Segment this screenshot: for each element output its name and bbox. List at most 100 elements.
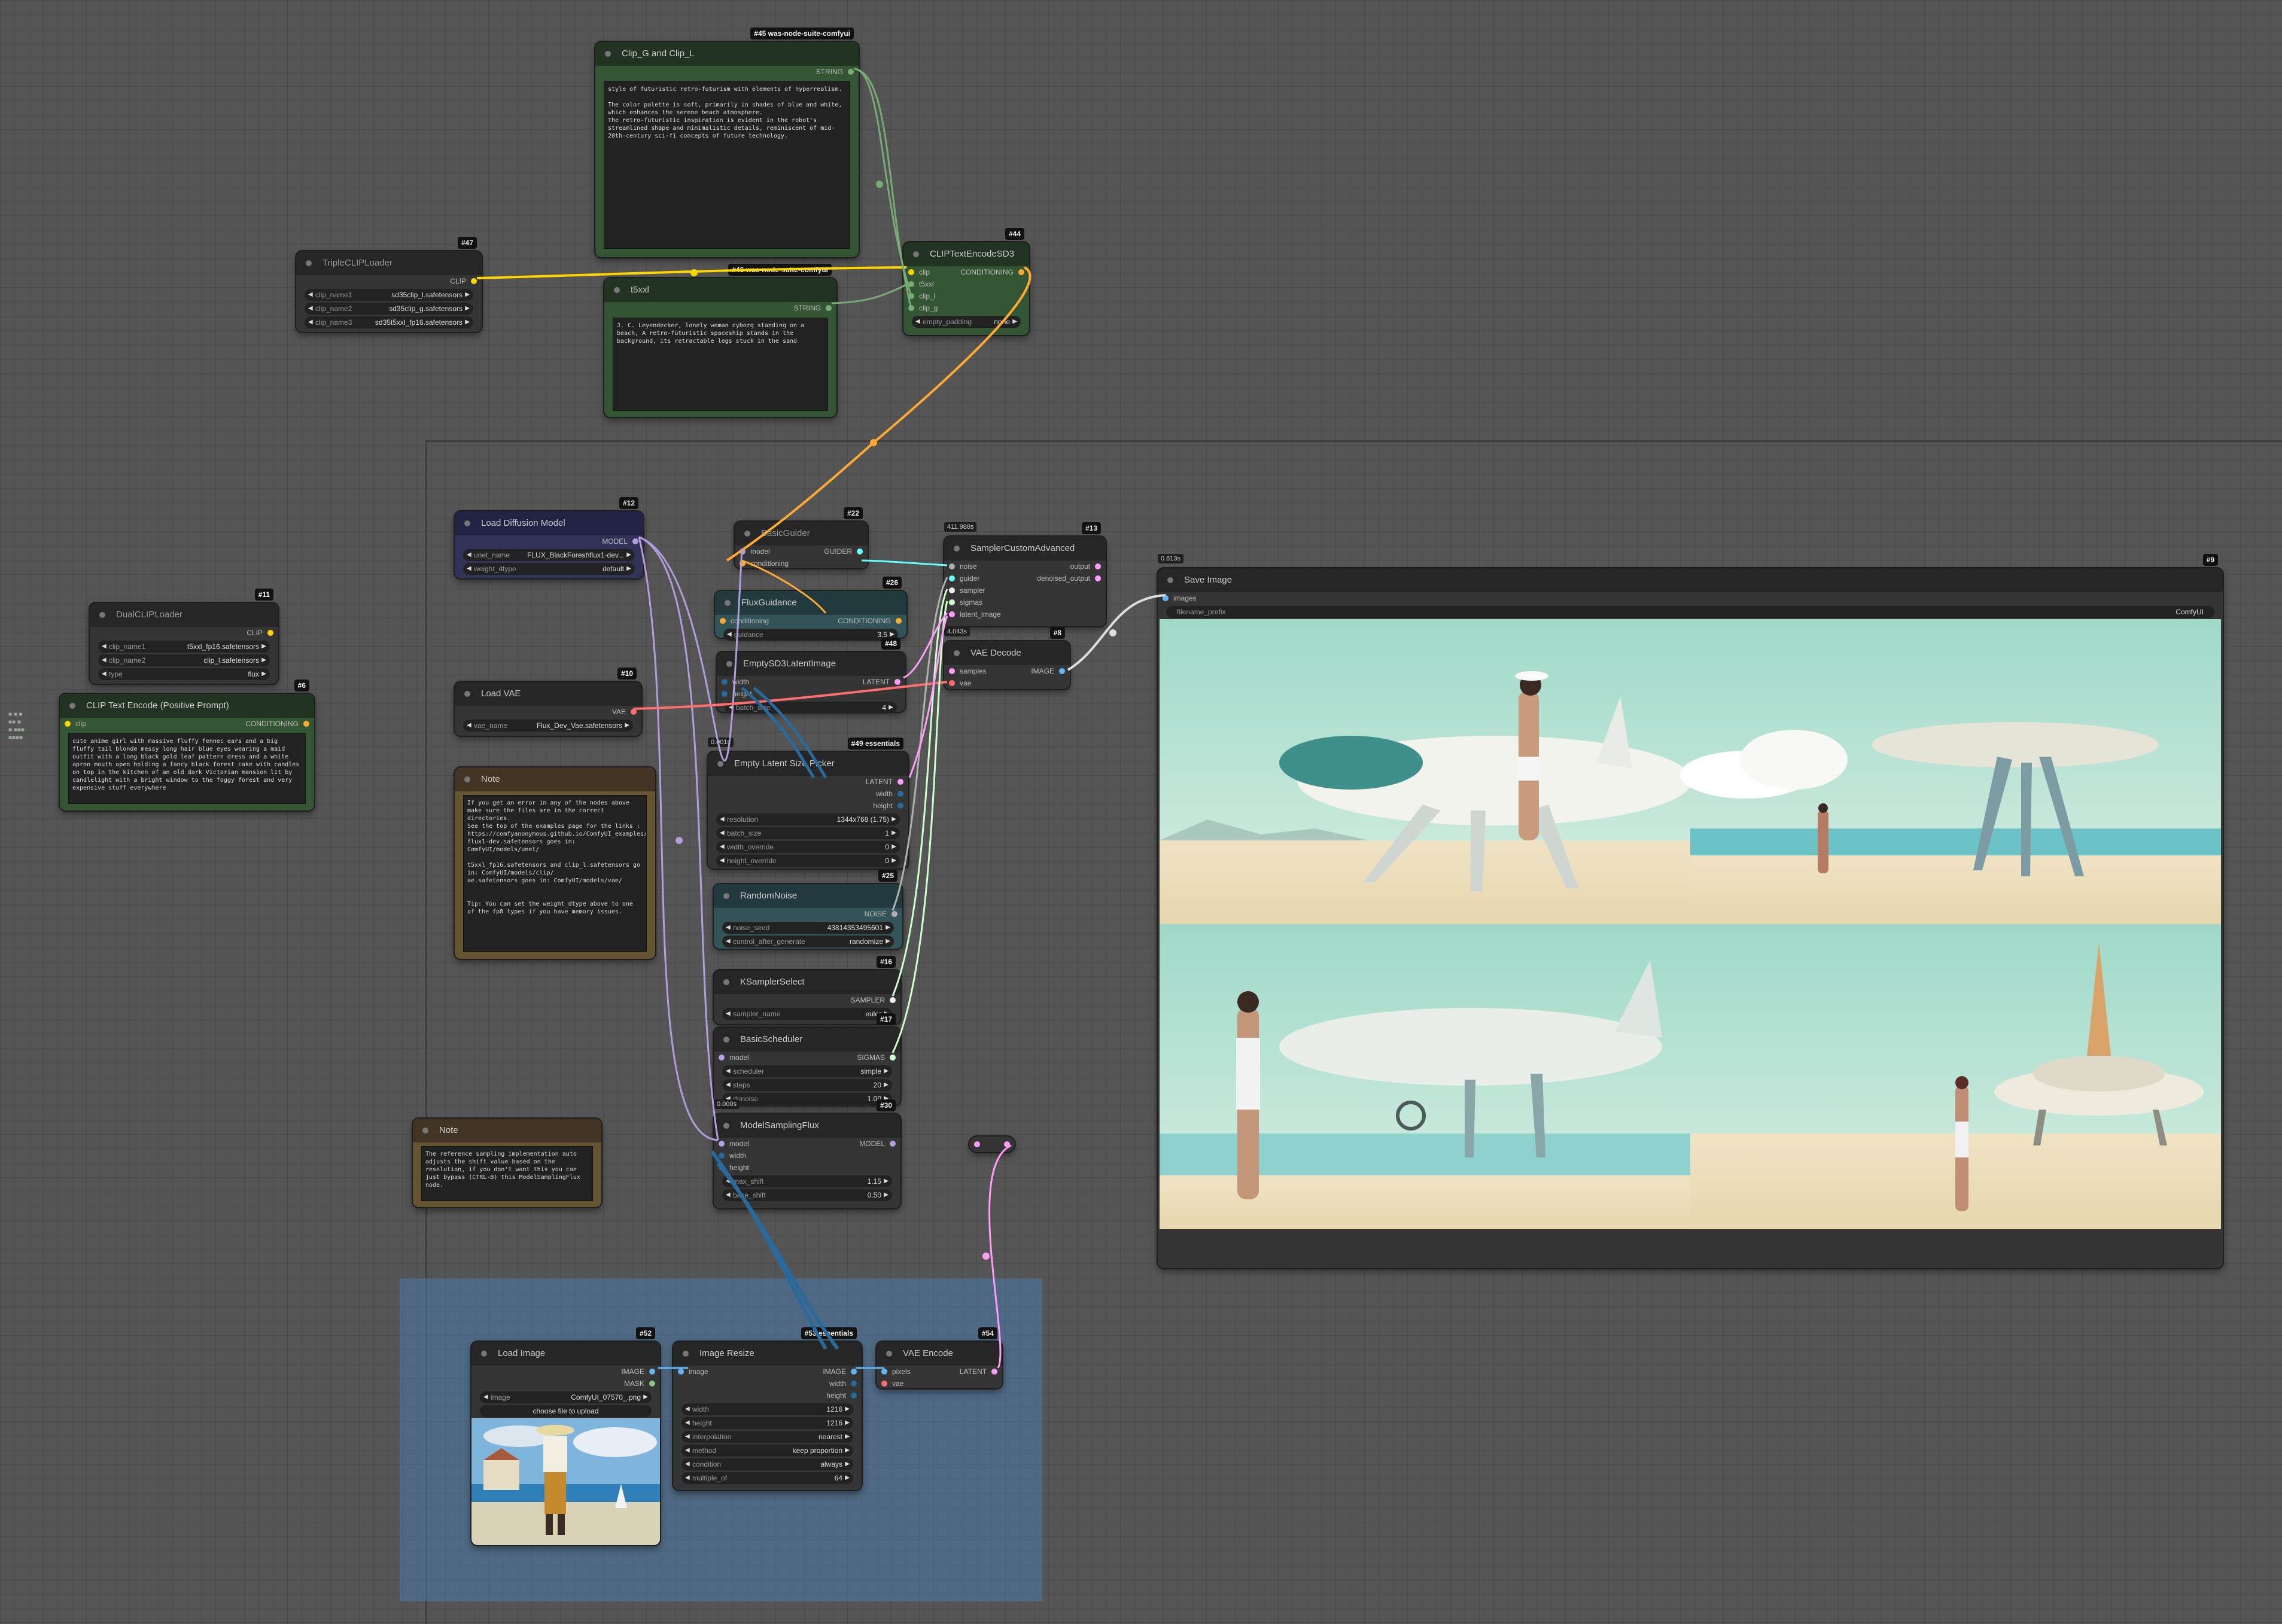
widget-type[interactable]: ◀ type flux ▶ bbox=[98, 668, 270, 680]
input-slot-images[interactable] bbox=[1163, 595, 1169, 601]
output-slot-image[interactable] bbox=[851, 1369, 857, 1375]
collapse-dot-icon[interactable] bbox=[723, 1037, 729, 1043]
decrement-arrow-icon[interactable]: ◀ bbox=[483, 1391, 488, 1403]
output-slot-conditioning[interactable] bbox=[896, 618, 902, 624]
decrement-arrow-icon[interactable]: ◀ bbox=[308, 289, 313, 301]
increment-arrow-icon[interactable]: ▶ bbox=[845, 1445, 850, 1457]
decrement-arrow-icon[interactable]: ◀ bbox=[467, 720, 471, 732]
node-load-image[interactable]: #52 Load Image IMAGE MASK ◀ image ComfyUI_… bbox=[471, 1327, 660, 1545]
output-slot-sampler[interactable] bbox=[890, 997, 896, 1003]
widget-condition[interactable]: ◀ condition always ▶ bbox=[681, 1458, 853, 1470]
node-save-image[interactable]: 0.613s #9 Save Image images filename_pre… bbox=[1158, 554, 2223, 1268]
note-textarea[interactable]: If you get an error in any of the nodes … bbox=[463, 795, 647, 952]
node-dual-clip-loader[interactable]: #11 DualCLIPLoader CLIP ◀ clip_name1 t5xxl… bbox=[90, 589, 278, 684]
input-slot-clip[interactable] bbox=[908, 269, 914, 275]
input-slot-model[interactable] bbox=[719, 1141, 725, 1147]
collapse-dot-icon[interactable] bbox=[723, 1123, 729, 1129]
input-slot-model[interactable] bbox=[740, 549, 746, 554]
increment-arrow-icon[interactable]: ▶ bbox=[465, 316, 470, 328]
widget-steps[interactable]: ◀ steps 20 ▶ bbox=[722, 1079, 892, 1091]
output-slot-noise[interactable] bbox=[891, 911, 897, 917]
increment-arrow-icon[interactable]: ▶ bbox=[625, 720, 629, 732]
output-slot-latent[interactable] bbox=[897, 779, 903, 785]
widget-resolution[interactable]: ◀ resolution 1344x768 (1.75) ▶ bbox=[716, 813, 900, 825]
input-slot-t5xxl[interactable] bbox=[908, 281, 914, 287]
collapse-dot-icon[interactable] bbox=[723, 893, 729, 899]
decrement-arrow-icon[interactable]: ◀ bbox=[102, 668, 107, 680]
input-slot-width[interactable] bbox=[719, 1153, 725, 1159]
increment-arrow-icon[interactable]: ▶ bbox=[886, 922, 890, 934]
input-slot-height[interactable] bbox=[719, 1165, 725, 1171]
output-slot-vae[interactable] bbox=[631, 709, 637, 715]
collapse-dot-icon[interactable] bbox=[99, 612, 105, 618]
decrement-arrow-icon[interactable]: ◀ bbox=[467, 549, 471, 561]
output-slot-model[interactable] bbox=[890, 1141, 896, 1147]
output-slot-clip[interactable] bbox=[267, 630, 273, 636]
increment-arrow-icon[interactable]: ▶ bbox=[465, 289, 470, 301]
decrement-arrow-icon[interactable]: ◀ bbox=[685, 1458, 690, 1470]
input-slot-image[interactable] bbox=[678, 1369, 684, 1375]
widget-base-shift[interactable]: ◀ base_shift 0.50 ▶ bbox=[722, 1189, 892, 1201]
widget-height-override[interactable]: ◀ height_override 0 ▶ bbox=[716, 855, 900, 867]
increment-arrow-icon[interactable]: ▶ bbox=[845, 1472, 850, 1484]
input-slot-vae[interactable] bbox=[881, 1381, 887, 1387]
node-ksampler-select[interactable]: #16 KSamplerSelect SAMPLER ◀ sampler_name… bbox=[714, 956, 900, 1024]
output-slot-width[interactable] bbox=[897, 791, 903, 797]
decrement-arrow-icon[interactable]: ◀ bbox=[727, 629, 732, 641]
output-slot-denoised-output[interactable] bbox=[1095, 575, 1101, 581]
output-slot-model[interactable] bbox=[632, 538, 638, 544]
input-slot-pixels[interactable] bbox=[881, 1369, 887, 1375]
decrement-arrow-icon[interactable]: ◀ bbox=[720, 855, 725, 867]
widget-unet-name[interactable]: ◀ unet_name FLUX_BlackForest\flux1-dev... ▶ bbox=[463, 549, 635, 561]
node-triple-clip-loader[interactable]: #47 TripleCLIPLoader CLIP ◀ clip_name1 sd3… bbox=[296, 237, 482, 332]
decrement-arrow-icon[interactable]: ◀ bbox=[102, 641, 107, 653]
decrement-arrow-icon[interactable]: ◀ bbox=[726, 922, 731, 934]
output-slot-latent[interactable] bbox=[991, 1369, 997, 1375]
widget-clip-name2[interactable]: ◀ clip_name2 sd35clip_g.safetensors ▶ bbox=[305, 303, 473, 315]
prompt-textarea[interactable]: cute anime girl with massive fluffy fenn… bbox=[68, 733, 306, 804]
decrement-arrow-icon[interactable]: ◀ bbox=[685, 1417, 690, 1429]
output-slot-string[interactable] bbox=[848, 69, 854, 75]
increment-arrow-icon[interactable]: ▶ bbox=[845, 1458, 850, 1470]
output-slot-latent[interactable] bbox=[894, 679, 900, 685]
widget-sampler-name[interactable]: ◀sampler_nameeuler▶ bbox=[722, 1008, 892, 1020]
collapse-dot-icon[interactable] bbox=[683, 1351, 689, 1357]
increment-arrow-icon[interactable]: ▶ bbox=[1012, 316, 1017, 328]
decrement-arrow-icon[interactable]: ◀ bbox=[726, 1065, 731, 1077]
collapse-dot-icon[interactable] bbox=[717, 761, 723, 767]
output-image-grid[interactable] bbox=[1160, 619, 2221, 1229]
increment-arrow-icon[interactable]: ▶ bbox=[465, 303, 470, 315]
collapse-dot-icon[interactable] bbox=[744, 531, 750, 537]
widget-empty-padding[interactable]: ◀ empty_padding none ▶ bbox=[912, 316, 1021, 328]
increment-arrow-icon[interactable]: ▶ bbox=[884, 1065, 889, 1077]
output-slot-height[interactable] bbox=[851, 1393, 857, 1398]
increment-arrow-icon[interactable]: ▶ bbox=[261, 668, 266, 680]
increment-arrow-icon[interactable]: ▶ bbox=[891, 841, 896, 853]
widget-filename-prefix[interactable]: filename_prefix ComfyUI bbox=[1166, 606, 2214, 618]
output-slot-height[interactable] bbox=[897, 803, 903, 809]
increment-arrow-icon[interactable]: ▶ bbox=[884, 1175, 889, 1187]
collapse-dot-icon[interactable] bbox=[69, 703, 75, 709]
decrement-arrow-icon[interactable]: ◀ bbox=[308, 303, 313, 315]
collapse-dot-icon[interactable] bbox=[306, 260, 312, 266]
node-model-sampling-flux[interactable]: 0.000s #30 ModelSamplingFlux model MODEL … bbox=[714, 1099, 900, 1208]
prompt-textarea[interactable]: J. C. Leyendecker, lonely woman cyborg s… bbox=[613, 318, 828, 411]
increment-arrow-icon[interactable]: ▶ bbox=[845, 1403, 850, 1415]
input-slot-vae[interactable] bbox=[949, 680, 955, 686]
collapse-dot-icon[interactable] bbox=[614, 287, 620, 293]
collapse-dot-icon[interactable] bbox=[725, 600, 731, 606]
increment-arrow-icon[interactable]: ▶ bbox=[891, 813, 896, 825]
widget-batch-size[interactable]: ◀ batch_size 1 ▶ bbox=[716, 827, 900, 839]
output-slot-conditioning[interactable] bbox=[303, 721, 309, 727]
output-slot-image[interactable] bbox=[1059, 668, 1065, 674]
output-slot-image[interactable] bbox=[649, 1369, 655, 1375]
node-image-resize[interactable]: #53 essentials Image Resize image IMAGE w… bbox=[673, 1327, 862, 1490]
collapse-dot-icon[interactable] bbox=[1167, 577, 1173, 583]
decrement-arrow-icon[interactable]: ◀ bbox=[726, 1189, 731, 1201]
increment-arrow-icon[interactable]: ▶ bbox=[886, 936, 890, 947]
widget-width[interactable]: ◀ width 1216 ▶ bbox=[681, 1403, 853, 1415]
output-slot-conditioning[interactable] bbox=[1018, 269, 1024, 275]
decrement-arrow-icon[interactable]: ◀ bbox=[726, 1175, 731, 1187]
decrement-arrow-icon[interactable]: ◀ bbox=[685, 1431, 690, 1443]
collapse-dot-icon[interactable] bbox=[954, 546, 960, 552]
